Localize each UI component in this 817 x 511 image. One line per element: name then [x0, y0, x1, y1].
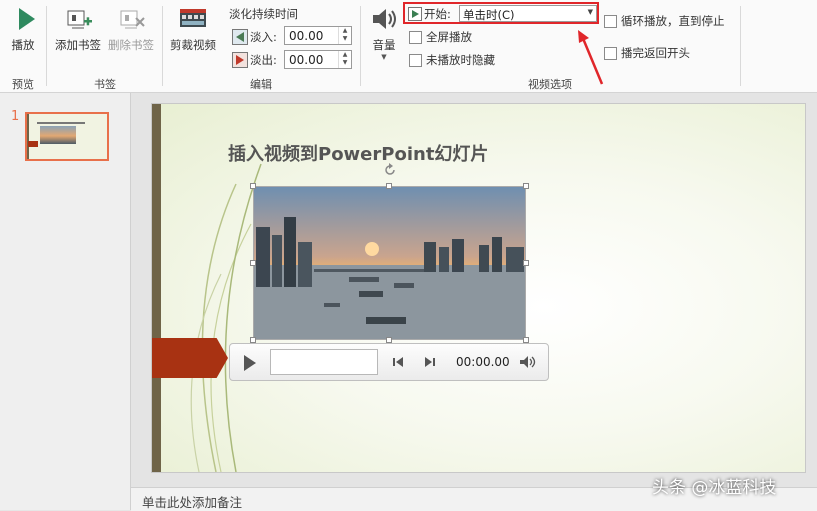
video-player-controls: 00:00.00: [229, 343, 549, 381]
player-play-icon[interactable]: [242, 354, 258, 372]
step-back-icon[interactable]: [392, 356, 404, 368]
remove-bookmark-icon: [120, 10, 145, 29]
separator: [46, 6, 47, 86]
speaker-icon: [373, 9, 396, 29]
progress-track[interactable]: [270, 349, 378, 375]
video-frame[interactable]: [253, 186, 526, 340]
separator: [740, 6, 741, 86]
remove-bookmark-button[interactable]: 删除书签: [106, 6, 156, 53]
loop-checkbox[interactable]: [604, 15, 617, 28]
thumbnail-title-line: [37, 122, 85, 124]
harbor-sunset-video: [254, 187, 525, 339]
fade-out-spinner[interactable]: 00.00 ▲ ▼: [284, 50, 352, 69]
thumbnail-side-bar: [27, 114, 29, 159]
hide-when-not-playing-checkbox[interactable]: [409, 54, 422, 67]
slide-thumbnail[interactable]: [25, 112, 109, 161]
thumbnail-video: [40, 126, 76, 144]
fade-in-icon: [232, 29, 248, 45]
preview-group-label: 预览: [12, 78, 34, 91]
resize-handle[interactable]: [523, 183, 529, 189]
start-icon: [408, 7, 422, 21]
resize-handle[interactable]: [523, 260, 529, 266]
loop-label: 循环播放，直到停止: [621, 14, 725, 28]
editing-group-label: 编辑: [250, 78, 272, 91]
hide-when-not-playing-label: 未播放时隐藏: [426, 53, 495, 67]
spinner-arrows-icon[interactable]: ▲ ▼: [338, 27, 351, 44]
resize-handle[interactable]: [386, 183, 392, 189]
chevron-down-icon: ▼: [381, 53, 387, 61]
play-icon: [18, 8, 35, 30]
trim-video-label: 剪裁视频: [170, 38, 216, 52]
fade-duration-title: 淡化持续时间: [229, 7, 298, 21]
trim-video-button[interactable]: 剪裁视频: [166, 6, 220, 53]
resize-handle[interactable]: [250, 183, 256, 189]
rotate-handle-icon[interactable]: [382, 162, 398, 178]
separator: [162, 6, 163, 86]
bookmarks-group-label: 书签: [94, 78, 116, 91]
slide-number: 1: [11, 109, 20, 124]
resize-handle[interactable]: [250, 260, 256, 266]
play-button[interactable]: 播放: [6, 6, 40, 53]
start-label: 开始:: [424, 7, 451, 21]
ribbon: 播放 预览 添加书签 删除书签 书签 剪裁视频 淡化持续时间 淡入: 00.00…: [0, 0, 817, 93]
player-volume-icon[interactable]: [519, 355, 537, 369]
watermark: 头条 @冰蓝科技: [652, 478, 777, 498]
chevron-down-icon: ▼: [587, 8, 593, 16]
film-trim-icon: [180, 9, 206, 27]
add-bookmark-label: 添加书签: [55, 38, 101, 52]
add-bookmark-button[interactable]: 添加书签: [53, 6, 103, 53]
start-dropdown-value: 单击时(C): [463, 8, 515, 22]
slide-title[interactable]: 插入视频到PowerPoint幻灯片: [228, 140, 488, 166]
start-dropdown[interactable]: 单击时(C) ▼: [459, 5, 597, 22]
fade-out-value: 00.00: [289, 53, 324, 67]
fullscreen-checkbox[interactable]: [409, 31, 422, 44]
fullscreen-label: 全屏播放: [426, 30, 472, 44]
remove-bookmark-label: 删除书签: [108, 38, 154, 52]
fade-in-label: 淡入:: [250, 30, 277, 44]
fade-in-value: 00.00: [289, 29, 324, 43]
add-bookmark-icon: [67, 10, 92, 29]
notes-placeholder: 单击此处添加备注: [142, 495, 243, 510]
thumbnail-tab: [28, 141, 38, 147]
step-forward-icon[interactable]: [424, 356, 436, 368]
separator: [360, 6, 361, 86]
player-time: 00:00.00: [456, 355, 510, 369]
slide-tab: [152, 338, 228, 378]
fade-out-label: 淡出:: [250, 53, 277, 67]
slide-side-bar: [152, 104, 161, 472]
rewind-label: 播完返回开头: [621, 46, 690, 60]
play-label: 播放: [11, 38, 35, 52]
fade-in-spinner[interactable]: 00.00 ▲ ▼: [284, 26, 352, 45]
volume-button[interactable]: 音量 ▼: [364, 6, 404, 61]
annotation-arrow-icon: [578, 30, 604, 85]
volume-label: 音量: [372, 38, 396, 52]
fade-out-icon: [232, 52, 248, 68]
spinner-arrows-icon[interactable]: ▲ ▼: [338, 51, 351, 68]
